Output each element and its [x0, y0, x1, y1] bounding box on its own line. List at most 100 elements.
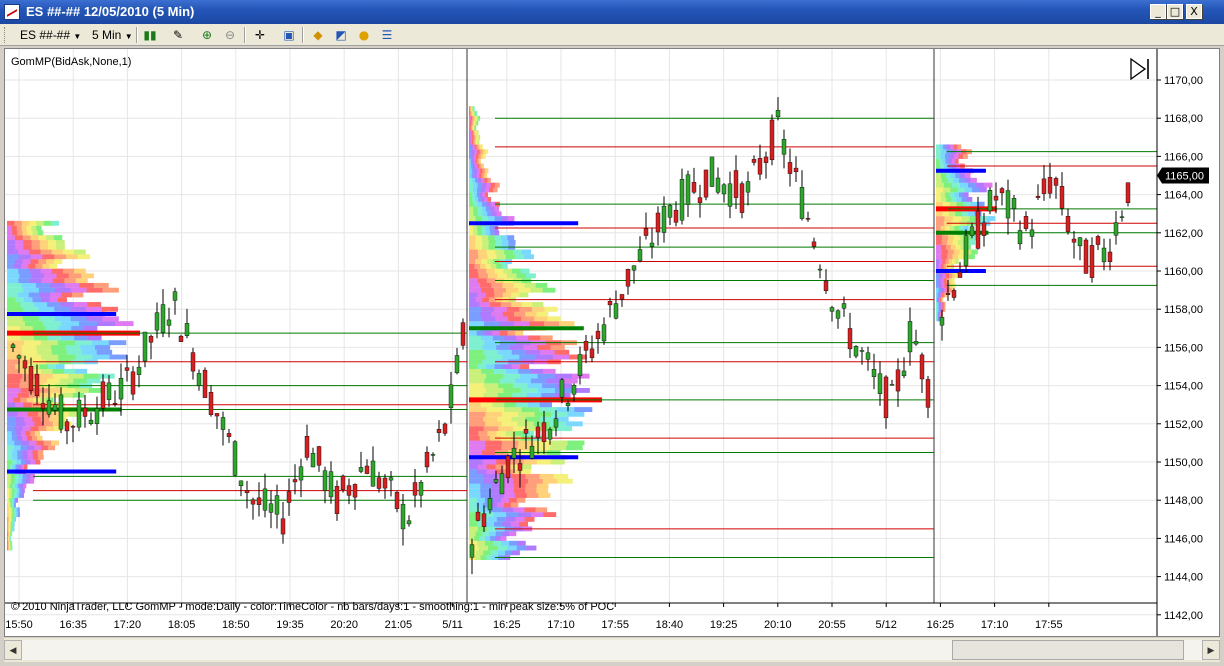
maximize-button[interactable]: □: [1167, 4, 1183, 19]
properties-icon[interactable]: ▣: [281, 27, 297, 43]
profile-cell: [487, 196, 492, 202]
profile-cell: [475, 531, 483, 537]
profile-cell: [511, 302, 523, 307]
profile-cell: [490, 230, 495, 236]
profile-cell: [496, 516, 507, 522]
candle-down: [1071, 238, 1077, 243]
profile-cell: [52, 368, 65, 374]
profile-cell: [495, 249, 505, 255]
window-titlebar[interactable]: ES ##-## 12/05/2010 (5 Min) _ □ X: [0, 0, 1224, 24]
profile-cell: [535, 507, 548, 513]
candle-down: [1041, 178, 1047, 194]
profile-cell: [62, 249, 75, 255]
indicators-icon[interactable]: ◆: [310, 27, 326, 43]
candle-down: [424, 451, 430, 468]
profile-cell: [49, 263, 58, 269]
profile-cell: [469, 263, 475, 269]
profile-cell: [490, 182, 496, 188]
money-icon[interactable]: ●: [356, 27, 372, 43]
strategies-icon[interactable]: ◩: [333, 27, 349, 43]
close-button[interactable]: X: [1186, 4, 1202, 19]
chevron-down-icon: ▼: [124, 32, 133, 41]
profile-cell: [469, 201, 474, 207]
pencil-icon[interactable]: ✎: [170, 27, 186, 43]
price-chart[interactable]: 1170,00 1168,00 1166,00 1164,00 1162,00 1160,…: [5, 49, 1219, 636]
profile-cell: [7, 378, 21, 384]
profile-cell: [7, 306, 24, 312]
profile-cell: [93, 282, 109, 288]
profile-cell: [7, 364, 16, 370]
profile-cell: [953, 177, 960, 183]
profile-cell: [961, 196, 968, 202]
scroll-thumb[interactable]: [952, 640, 1184, 660]
window-title: ES ##-## 12/05/2010 (5 Min): [26, 4, 195, 19]
profile-cell: [508, 239, 516, 245]
candle-up: [262, 488, 268, 511]
profile-cell: [482, 345, 497, 350]
profile-cell: [86, 378, 101, 384]
profile-cell: [500, 302, 512, 307]
zoom-in-icon[interactable]: ⊕: [199, 27, 215, 43]
profile-cell: [20, 302, 35, 307]
profile-cell: [956, 201, 964, 207]
profile-cell: [473, 230, 478, 236]
profile-cell: [513, 478, 529, 484]
minimize-button[interactable]: _: [1150, 4, 1166, 19]
profile-cell: [478, 545, 489, 551]
candle-down: [334, 486, 340, 514]
profile-cell: [20, 445, 28, 451]
interval-selector[interactable]: 5 Min ▼: [92, 27, 133, 43]
candle-up: [499, 473, 505, 495]
profile-cell: [503, 387, 522, 393]
profile-cell: [83, 373, 100, 379]
candle-up: [196, 373, 202, 386]
profile-cell: [936, 239, 943, 245]
candle-up: [46, 400, 52, 415]
profile-cell: [469, 392, 484, 398]
profile-cell: [469, 235, 476, 241]
candle-up: [88, 419, 94, 425]
profile-cell: [472, 196, 476, 202]
scroll-to-end-icon[interactable]: [1130, 57, 1149, 81]
candle-down: [412, 482, 418, 496]
candlestick-icon[interactable]: ▮▮: [142, 27, 158, 43]
candle-up: [142, 331, 148, 362]
profile-cell: [524, 507, 537, 513]
data-box-icon[interactable]: ☰: [379, 27, 395, 43]
profile-cell: [494, 230, 500, 236]
profile-cell: [519, 521, 529, 527]
profile-cell: [469, 378, 485, 384]
profile-cell: [30, 259, 39, 264]
profile-cell: [11, 225, 18, 231]
instrument-selector[interactable]: ES ##-## ▼: [20, 27, 81, 43]
chart-panel[interactable]: 1170,00 1168,00 1166,00 1164,00 1162,00 1160,…: [4, 48, 1220, 637]
profile-cell: [936, 225, 942, 231]
profile-cell: [532, 302, 544, 307]
profile-cell: [16, 225, 23, 231]
profile-cell: [506, 512, 520, 518]
time-tick-label: 5/11: [442, 619, 463, 631]
profile-cell: [7, 239, 16, 245]
profile-cell: [506, 516, 516, 522]
candle-down: [436, 428, 442, 433]
profile-cell: [47, 364, 57, 370]
profile-cell: [484, 536, 491, 541]
horizontal-scrollbar[interactable]: ◀ ▶: [4, 638, 1220, 662]
profile-cell: [476, 130, 479, 136]
price-tick-label: 1148,00: [1164, 495, 1203, 507]
candle-up: [715, 177, 721, 193]
profile-cell: [959, 177, 966, 183]
profile-cell: [961, 211, 969, 217]
toolbar-grip[interactable]: [4, 27, 8, 43]
profile-cell: [525, 483, 538, 489]
crosshair-icon[interactable]: ✛: [252, 27, 268, 43]
profile-cell: [22, 306, 40, 312]
scroll-right-button[interactable]: ▶: [1202, 640, 1220, 660]
candle-down: [208, 392, 214, 415]
scroll-left-button[interactable]: ◀: [4, 640, 22, 660]
profile-cell: [475, 244, 483, 250]
profile-cell: [22, 235, 31, 241]
zoom-out-icon[interactable]: ⊖: [222, 27, 238, 43]
profile-cell: [503, 364, 513, 370]
profile-cell: [469, 502, 477, 508]
